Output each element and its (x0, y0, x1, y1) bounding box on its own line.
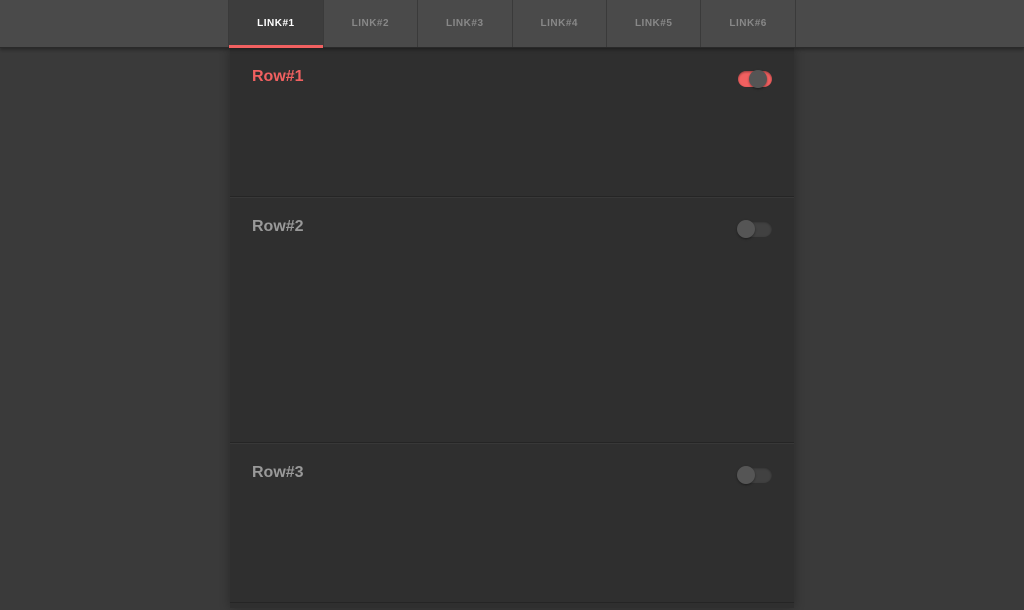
toggle-row-2[interactable] (738, 221, 772, 237)
tab-label: LINK#2 (352, 18, 389, 29)
tab-label: LINK#3 (446, 18, 483, 29)
row-label: Row#2 (252, 218, 304, 236)
tab-bar: LINK#1 LINK#2 LINK#3 LINK#4 LINK#5 LINK#… (0, 0, 1024, 48)
toggle-knob (749, 70, 767, 88)
toggle-knob (737, 220, 755, 238)
toggle-knob (737, 466, 755, 484)
content-panel: Row#1 Row#2 Row#3 (230, 48, 794, 608)
toggle-row-3[interactable] (738, 467, 772, 483)
tab-label: LINK#4 (541, 18, 578, 29)
tab-link-3[interactable]: LINK#3 (418, 0, 512, 47)
row-label: Row#3 (252, 464, 304, 482)
tab-link-4[interactable]: LINK#4 (513, 0, 607, 47)
tab-link-5[interactable]: LINK#5 (607, 0, 701, 47)
row-1: Row#1 (230, 48, 794, 197)
row-2: Row#2 (230, 197, 794, 443)
row-label: Row#1 (252, 68, 304, 86)
toggle-row-1[interactable] (738, 71, 772, 87)
tab-link-6[interactable]: LINK#6 (701, 0, 795, 47)
tab-link-1[interactable]: LINK#1 (228, 0, 323, 47)
tab-label: LINK#1 (257, 18, 294, 29)
tab-label: LINK#6 (729, 18, 766, 29)
tab-link-2[interactable]: LINK#2 (324, 0, 418, 47)
row-3: Row#3 (230, 443, 794, 603)
tab-label: LINK#5 (635, 18, 672, 29)
